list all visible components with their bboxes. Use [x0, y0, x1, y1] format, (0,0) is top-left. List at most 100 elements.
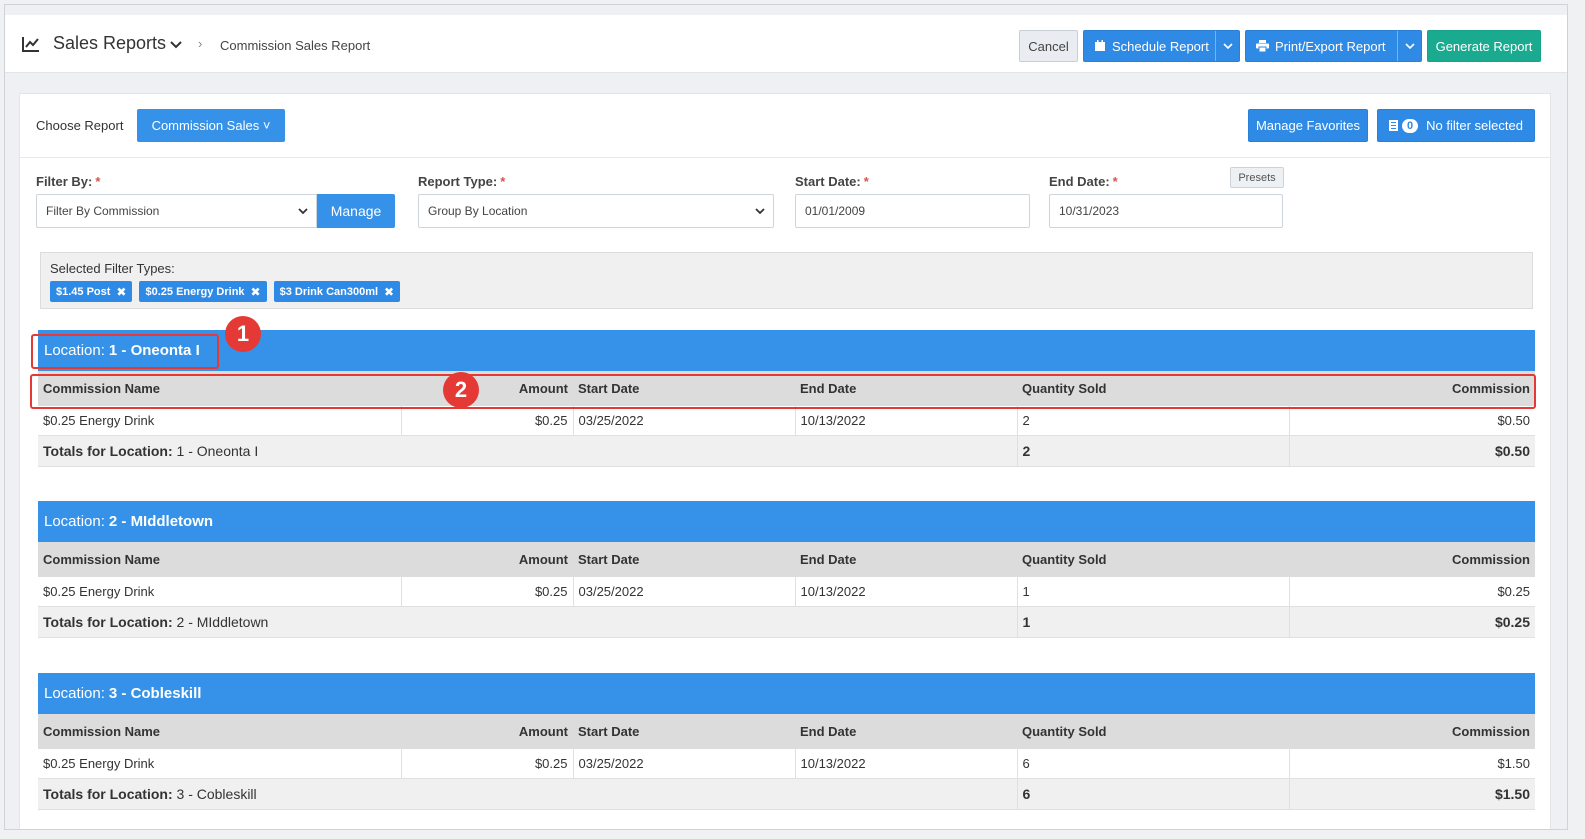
cell-commission-name: $0.25 Energy Drink	[38, 749, 402, 779]
app-frame: Sales Reports › Commission Sales Report …	[4, 4, 1568, 830]
col-commission-name: Commission Name	[38, 542, 401, 577]
chevron-down-icon	[1222, 43, 1233, 50]
breadcrumb-separator-icon: ›	[198, 36, 203, 51]
location-section: Location: 3 - Cobleskill Commission Name…	[38, 673, 1535, 810]
cell-commission-name: $0.25 Energy Drink	[38, 406, 402, 436]
cell-start-date: 03/25/2022	[573, 749, 796, 779]
annotation-marker: 2	[443, 372, 479, 408]
col-amount: Amount	[401, 714, 573, 749]
totals-label: Totals for Location:	[43, 785, 173, 802]
commission-table: Commission Name Amount Start Date End Da…	[38, 714, 1535, 810]
col-commission-name: Commission Name	[38, 714, 401, 749]
print-export-button[interactable]: Print/Export Report	[1245, 30, 1422, 62]
totals-location: 2 - MIddletown	[176, 613, 269, 630]
filter-list-icon	[1389, 120, 1399, 131]
totals-row: Totals for Location: 1 - Oneonta I 2 $0.…	[38, 435, 1535, 467]
total-commission: $0.50	[1289, 435, 1535, 467]
commission-table: Commission Name Amount Start Date End Da…	[38, 542, 1535, 638]
report-select[interactable]: Commission Sales ˅	[137, 109, 285, 142]
annotation-marker: 1	[225, 316, 261, 352]
required-mark: *	[1112, 174, 1118, 189]
close-icon[interactable]: ✖	[251, 285, 261, 299]
totals-label-cell: Totals for Location: 2 - MIddletown	[38, 606, 1018, 638]
close-icon[interactable]: ✖	[116, 285, 126, 299]
schedule-dropdown-toggle[interactable]	[1215, 31, 1239, 61]
filter-chip[interactable]: $1.45 Post ✖	[50, 281, 133, 302]
chip-label: $3 Drink Can300ml	[279, 285, 379, 298]
generate-report-label: Generate Report	[1435, 38, 1533, 54]
location-prefix: Location:	[44, 513, 105, 530]
col-start-date: Start Date	[573, 714, 795, 749]
required-mark: *	[95, 174, 101, 189]
close-icon[interactable]: ✖	[384, 285, 394, 299]
filter-by-value: Filter By Commission	[46, 204, 160, 218]
cell-amount: $0.25	[401, 577, 574, 607]
totals-location: 1 - Oneonta I	[176, 442, 259, 459]
schedule-report-label: Schedule Report	[1112, 38, 1209, 54]
total-commission-value: $1.50	[1494, 785, 1530, 802]
print-dropdown-toggle[interactable]	[1397, 31, 1421, 61]
generate-report-button[interactable]: Generate Report	[1427, 30, 1541, 62]
cell-start-date: 03/25/2022	[573, 406, 796, 436]
selected-filters-panel: Selected Filter Types: $1.45 Post ✖ $0.25…	[40, 252, 1533, 309]
filter-by-label: Filter By: *	[36, 174, 100, 189]
schedule-report-button[interactable]: Schedule Report	[1083, 30, 1240, 62]
divider	[20, 157, 1550, 158]
selected-filter-types-label: Selected Filter Types:	[50, 261, 175, 276]
cell-commission: $1.50	[1289, 749, 1535, 779]
col-quantity-sold: Quantity Sold	[1017, 714, 1289, 749]
cell-amount: $0.25	[401, 406, 574, 436]
cell-commission: $0.25	[1289, 577, 1535, 607]
chip-label: $1.45 Post	[56, 285, 111, 298]
cancel-label: Cancel	[1028, 38, 1069, 54]
end-date-input[interactable]: 10/31/2023	[1049, 194, 1283, 228]
chevron-down-icon[interactable]	[169, 37, 183, 51]
total-quantity-value: 1	[1022, 613, 1031, 630]
col-end-date: End Date	[795, 714, 1017, 749]
end-date-label: End Date: *	[1049, 174, 1118, 189]
required-mark: *	[863, 174, 869, 189]
totals-location: 3 - Cobleskill	[176, 785, 257, 802]
filter-chip[interactable]: $3 Drink Can300ml ✖	[273, 281, 401, 302]
manage-favorites-button[interactable]: Manage Favorites	[1248, 109, 1368, 142]
report-type-select[interactable]: Group By Location	[418, 194, 774, 228]
start-date-input[interactable]: 01/01/2009	[795, 194, 1030, 228]
cancel-button[interactable]: Cancel	[1019, 30, 1078, 62]
manage-favorites-label: Manage Favorites	[1255, 118, 1361, 133]
col-start-date: Start Date	[573, 542, 795, 577]
cell-quantity: 6	[1017, 749, 1290, 779]
cell-commission: $0.50	[1289, 406, 1535, 436]
start-date-label-text: Start Date:	[795, 174, 861, 189]
total-quantity-value: 6	[1022, 785, 1031, 802]
totals-label-cell: Totals for Location: 3 - Cobleskill	[38, 778, 1018, 810]
cell-amount: $0.25	[401, 749, 574, 779]
report-type-value: Group By Location	[428, 204, 528, 218]
col-quantity-sold: Quantity Sold	[1017, 542, 1289, 577]
total-quantity-value: 2	[1022, 442, 1031, 459]
totals-row: Totals for Location: 2 - MIddletown 1 $0…	[38, 606, 1535, 638]
table-header-row: Commission Name Amount Start Date End Da…	[38, 542, 1535, 577]
chart-icon	[22, 37, 39, 52]
manage-filter-button[interactable]: Manage	[317, 194, 395, 228]
totals-label: Totals for Location:	[43, 613, 173, 630]
highlight-box-columns	[30, 374, 1536, 409]
location-section: Location: 2 - MIddletown Commission Name…	[38, 501, 1535, 638]
calendar-icon	[1095, 40, 1105, 51]
total-quantity: 1	[1017, 606, 1290, 638]
filter-status-label: No filter selected	[1426, 118, 1523, 133]
report-type-label-text: Report Type:	[418, 174, 498, 189]
choose-report-label: Choose Report	[36, 118, 124, 133]
filter-chip[interactable]: $0.25 Energy Drink ✖	[139, 281, 267, 302]
table-row: $0.25 Energy Drink $0.25 03/25/2022 10/1…	[38, 406, 1535, 436]
table-header-row: Commission Name Amount Start Date End Da…	[38, 714, 1535, 749]
total-quantity: 6	[1017, 778, 1290, 810]
total-commission-value: $0.50	[1494, 442, 1530, 459]
totals-label: Totals for Location:	[43, 442, 173, 459]
page-title[interactable]: Sales Reports	[53, 33, 166, 54]
chip-label: $0.25 Energy Drink	[145, 285, 245, 298]
chevron-down-icon	[298, 208, 308, 215]
presets-button[interactable]: Presets	[1230, 167, 1284, 188]
filter-status-button[interactable]: 0 No filter selected	[1377, 109, 1535, 142]
total-commission: $0.25	[1289, 606, 1535, 638]
filter-by-select[interactable]: Filter By Commission	[36, 194, 317, 228]
